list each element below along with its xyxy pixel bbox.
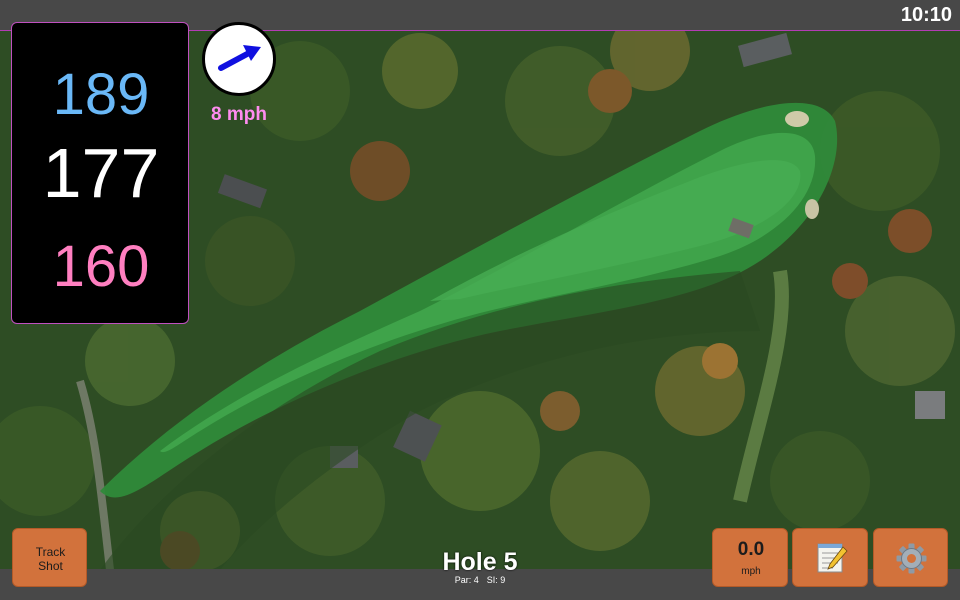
track-shot-label-line1: Track [35,545,66,559]
hole-title: Hole 5 [442,548,518,576]
clock: 10:10 [900,4,952,26]
speed-button[interactable]: 0.0 mph [712,528,788,587]
par-label: Par: 4 [454,575,479,585]
hole-details: Par: 4 SI: 9 [380,575,580,585]
gear-icon [896,543,927,574]
track-shot-button[interactable]: Track Shot [12,528,87,587]
hole-info: Hole 5 Par: 4 SI: 9 [380,548,580,585]
yardage-panel: 189 177 160 [11,22,189,324]
wind-speed: 8 mph [211,104,267,125]
front-distance: 160 [52,234,150,299]
middle-distance: 177 [42,134,160,212]
notes-button[interactable] [792,528,868,587]
track-shot-label-line2: Shot [38,559,63,573]
back-distance: 189 [52,62,150,127]
wind-direction-dial [202,22,276,96]
arrow-icon [218,45,261,71]
stroke-index-label: SI: 9 [486,575,506,585]
notepad-icon [817,543,848,573]
settings-button[interactable] [873,528,948,587]
speed-value: 0.0 [737,539,765,560]
speed-unit: mph [741,566,761,577]
